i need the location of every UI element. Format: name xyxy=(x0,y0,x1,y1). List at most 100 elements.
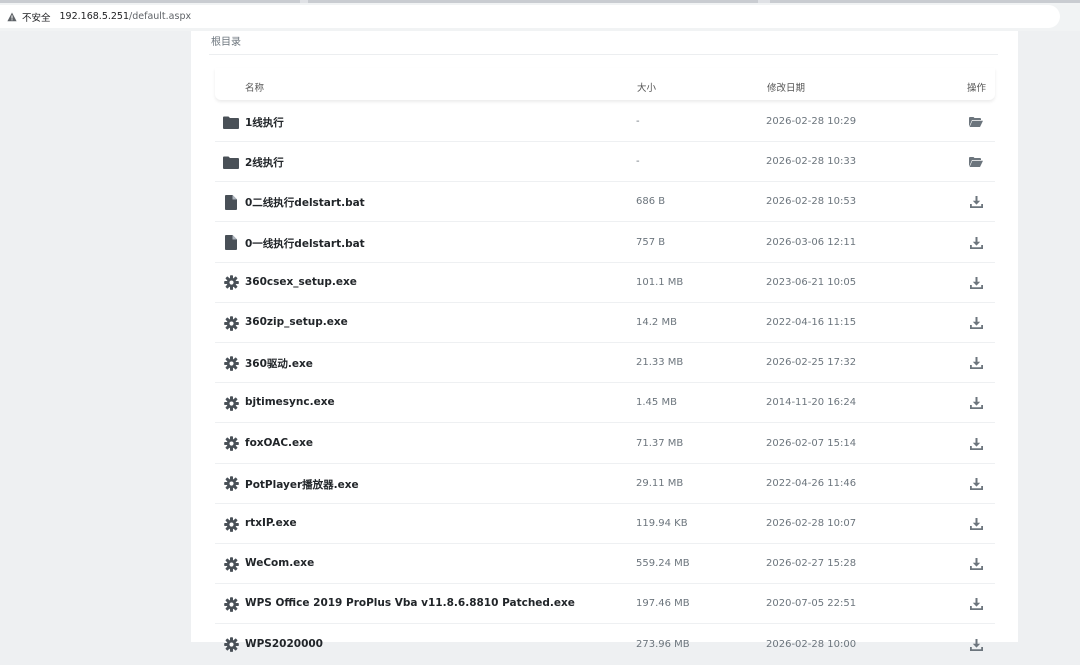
folder-open-icon[interactable] xyxy=(968,155,984,169)
gear-icon xyxy=(223,637,239,653)
download-icon[interactable] xyxy=(968,437,984,451)
file-link[interactable]: WPS2020000 xyxy=(245,638,323,650)
modified-date: 2026-02-28 10:00 xyxy=(766,638,857,650)
file-size: 21.33 MB xyxy=(636,357,684,369)
file-size: 29.11 MB xyxy=(636,477,684,489)
modified-date: 2026-02-28 10:53 xyxy=(766,196,857,208)
file-row[interactable]: foxOAC.exe 71.37 MB 2026-02-07 15:14 xyxy=(215,424,995,464)
table-header: 名称 大小 修改日期 操作 xyxy=(215,68,995,100)
download-icon[interactable] xyxy=(968,236,984,250)
address-bar[interactable]: 不安全 192.168.5.251/default.aspx xyxy=(0,5,1060,28)
modified-date: 2026-02-28 10:29 xyxy=(766,116,857,127)
tab-strip-segment xyxy=(770,0,1080,3)
header-size[interactable]: 大小 xyxy=(637,80,656,94)
file-link[interactable]: bjtimesync.exe xyxy=(245,396,335,408)
file-row[interactable]: 360csex_setup.exe 101.1 MB 2023-06-21 10:0… xyxy=(215,263,995,303)
file-link[interactable]: WPS Office 2019 ProPlus Vba v11.8.6.8810… xyxy=(245,597,575,609)
folder-row[interactable]: 2线执行 - 2026-02-28 10:33 xyxy=(215,142,995,183)
file-row[interactable]: bjtimesync.exe 1.45 MB 2014-11-20 16:24 xyxy=(215,383,995,424)
file-link[interactable]: rtxIP.exe xyxy=(245,517,297,529)
file-link[interactable]: 360zip_setup.exe xyxy=(245,316,348,328)
folder-link[interactable]: 2线执行 xyxy=(245,155,284,170)
file-row[interactable]: 0一线执行delstart.bat 757 B 2026-03-06 12:11 xyxy=(215,223,995,263)
warning-icon[interactable] xyxy=(6,11,18,23)
download-icon[interactable] xyxy=(968,195,984,209)
file-size: 119.94 KB xyxy=(636,518,688,529)
gear-icon xyxy=(223,355,239,371)
file-row[interactable]: 360zip_setup.exe 14.2 MB 2022-04-16 11:15 xyxy=(215,303,995,343)
file-row[interactable]: WPS Office 2019 ProPlus Vba v11.8.6.8810… xyxy=(215,584,995,625)
folder-link[interactable]: 1线执行 xyxy=(245,115,284,130)
file-link[interactable]: PotPlayer播放器.exe xyxy=(245,477,359,492)
divider xyxy=(209,54,998,55)
file-row[interactable]: WeCom.exe 559.24 MB 2026-02-27 15:28 xyxy=(215,544,995,585)
gear-icon xyxy=(223,315,239,331)
header-date[interactable]: 修改日期 xyxy=(767,80,805,94)
browser-toolbar: 不安全 192.168.5.251/default.aspx xyxy=(0,0,1080,31)
file-row[interactable]: rtxIP.exe 119.94 KB 2026-02-28 10:07 xyxy=(215,504,995,544)
file-link[interactable]: 0一线执行delstart.bat xyxy=(245,236,365,251)
folder-icon xyxy=(223,154,239,170)
file-row[interactable]: 360驱动.exe 21.33 MB 2026-02-25 17:32 xyxy=(215,343,995,384)
file-size: - xyxy=(636,156,640,168)
modified-date: 2026-02-25 17:32 xyxy=(766,357,857,369)
file-row[interactable]: WPS2020000 273.96 MB 2026-02-28 10:00 xyxy=(215,625,995,665)
folder-open-icon[interactable] xyxy=(968,115,984,129)
file-size: 14.2 MB xyxy=(636,317,677,328)
file-row[interactable]: 0二线执行delstart.bat 686 B 2026-02-28 10:53 xyxy=(215,182,995,223)
gear-icon xyxy=(223,556,239,572)
file-link[interactable]: foxOAC.exe xyxy=(245,437,313,449)
folder-icon xyxy=(223,114,239,130)
gear-icon xyxy=(223,275,239,291)
file-browser-panel: 根目录 名称 大小 修改日期 操作 1线执行 - 2026-02-28 10:29 2… xyxy=(191,31,1018,665)
download-icon[interactable] xyxy=(968,517,984,531)
download-icon[interactable] xyxy=(968,557,984,571)
file-size: 1.45 MB xyxy=(636,397,677,409)
gear-icon xyxy=(223,516,239,532)
file-size: 757 B xyxy=(636,236,666,248)
tab-strip-segment xyxy=(0,0,300,3)
file-size: 101.1 MB xyxy=(636,276,684,288)
file-size: - xyxy=(636,116,640,127)
download-icon[interactable] xyxy=(968,477,984,491)
file-size: 686 B xyxy=(636,196,666,208)
file-icon xyxy=(223,235,239,251)
file-size: 197.46 MB xyxy=(636,598,690,610)
modified-date: 2026-03-06 12:11 xyxy=(766,236,857,248)
gear-icon xyxy=(223,596,239,612)
url-host[interactable]: 192.168.5.251 xyxy=(60,11,130,22)
modified-date: 2023-06-21 10:05 xyxy=(766,276,857,288)
file-size: 559.24 MB xyxy=(636,558,690,570)
tab-strip xyxy=(0,0,1080,3)
modified-date: 2026-02-07 15:14 xyxy=(766,437,857,449)
modified-date: 2020-07-05 22:51 xyxy=(766,598,857,610)
download-icon[interactable] xyxy=(968,396,984,410)
modified-date: 2026-02-27 15:28 xyxy=(766,558,857,570)
gear-icon xyxy=(223,395,239,411)
file-size: 71.37 MB xyxy=(636,437,684,449)
gear-icon xyxy=(223,436,239,452)
modified-date: 2014-11-20 16:24 xyxy=(766,397,857,409)
modified-date: 2026-02-28 10:07 xyxy=(766,518,857,529)
folder-row[interactable]: 1线执行 - 2026-02-28 10:29 xyxy=(215,102,995,142)
security-label[interactable]: 不安全 xyxy=(22,10,51,24)
file-icon xyxy=(223,194,239,210)
file-size: 273.96 MB xyxy=(636,638,690,650)
file-link[interactable]: 360csex_setup.exe xyxy=(245,276,357,288)
download-icon[interactable] xyxy=(968,316,984,330)
tab-strip-segment xyxy=(308,0,758,3)
download-icon[interactable] xyxy=(968,638,984,652)
url-path[interactable]: /default.aspx xyxy=(129,11,191,22)
download-icon[interactable] xyxy=(968,356,984,370)
file-link[interactable]: 360驱动.exe xyxy=(245,356,313,371)
breadcrumb[interactable]: 根目录 xyxy=(211,33,241,48)
download-icon[interactable] xyxy=(968,276,984,290)
download-icon[interactable] xyxy=(968,597,984,611)
file-row[interactable]: PotPlayer播放器.exe 29.11 MB 2022-04-26 11:46 xyxy=(215,464,995,504)
header-name[interactable]: 名称 xyxy=(245,80,264,94)
gear-icon xyxy=(223,476,239,492)
file-link[interactable]: WeCom.exe xyxy=(245,557,314,569)
modified-date: 2022-04-16 11:15 xyxy=(766,317,857,328)
file-link[interactable]: 0二线执行delstart.bat xyxy=(245,195,365,210)
modified-date: 2022-04-26 11:46 xyxy=(766,477,857,489)
